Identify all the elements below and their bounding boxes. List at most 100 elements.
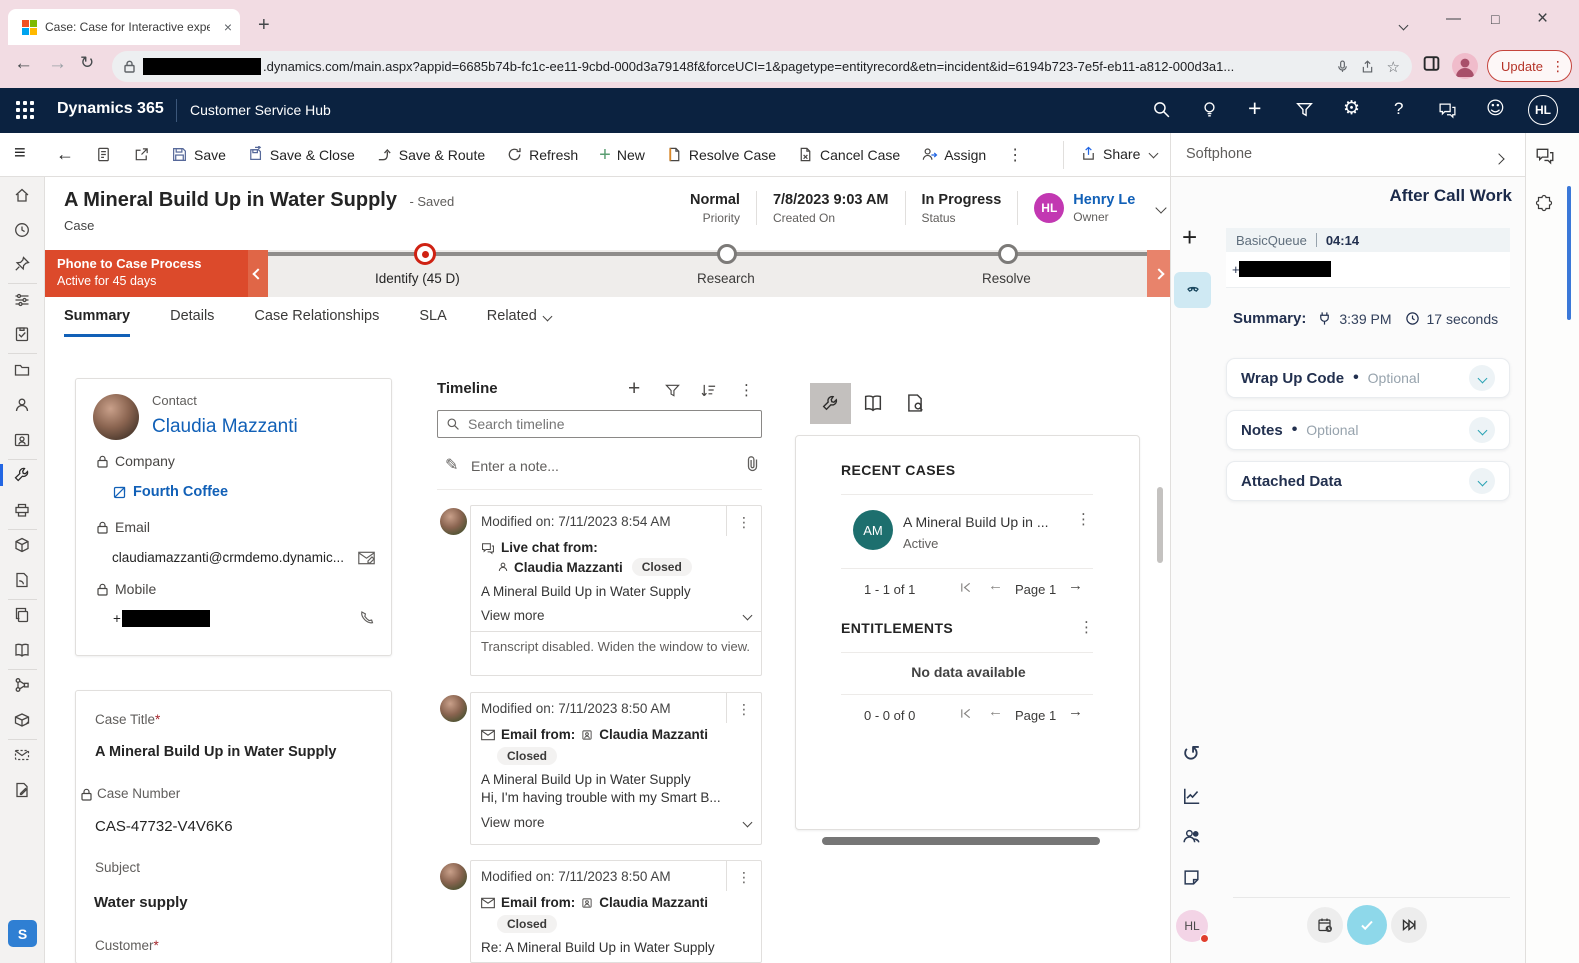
tab-details[interactable]: Details [170,308,214,337]
share-page-icon[interactable] [1360,59,1375,74]
entry-more-icon[interactable]: ⋮ [726,861,761,891]
mail-merge-icon[interactable] [13,746,31,764]
prev-page-icon[interactable]: ← [988,577,1003,594]
collections-icon[interactable] [1422,54,1441,73]
book-icon[interactable] [13,641,31,659]
home-icon[interactable] [13,186,31,204]
bpf-stage-identify-label[interactable]: Identify (45 D) [375,271,460,286]
browser-tab[interactable]: Case: Case for Interactive experie × [8,9,240,45]
tab-related[interactable]: Related [487,308,551,337]
timeline-add-icon[interactable]: + [628,377,640,401]
knowledge-cube-icon[interactable] [13,536,31,554]
entitlements-more-icon[interactable]: ⋮ [1079,618,1094,636]
refresh-button[interactable]: Refresh [506,146,578,163]
horizontal-scrollbar[interactable] [822,837,1100,845]
timeline-entry-email-1[interactable]: Modified on: 7/11/2023 8:50 AM ⋮ Email f… [470,692,762,845]
timeline-filter-icon[interactable] [664,382,681,399]
window-close-icon[interactable]: × [1537,8,1548,30]
filter-icon[interactable] [1295,100,1314,119]
save-button[interactable]: Save [171,146,226,163]
assign-button[interactable]: Assign [921,146,986,163]
command-overflow-icon[interactable]: ⋮ [1007,145,1023,165]
sitemap-toggle-icon[interactable]: ≡ [14,142,26,165]
first-page-icon[interactable] [959,707,972,720]
browser-forward-icon[interactable]: → [48,53,67,75]
timeline-entry-email-2[interactable]: Modified on: 7/11/2023 8:50 AM ⋮ Email f… [470,860,762,963]
recent-clock-icon[interactable] [13,221,31,239]
url-field[interactable]: .dynamics.com/main.aspx?appid=6685b74b-f… [112,51,1412,82]
bpf-stage-resolve-marker[interactable] [998,244,1018,264]
analytics-chart-icon[interactable] [1182,786,1202,806]
settings-gear-icon[interactable]: ⚙ [1343,97,1360,119]
bpf-stage-identify-marker[interactable] [414,243,436,265]
browser-update-button[interactable]: Update ⋮ [1487,50,1572,82]
tab-close-icon[interactable]: × [224,19,232,35]
company-link[interactable]: Fourth Coffee [133,484,228,500]
window-maximize-icon[interactable]: □ [1491,11,1499,27]
timeline-search-box[interactable] [437,410,762,438]
save-close-button[interactable]: Save & Close [247,146,355,163]
chevron-down-icon[interactable] [1469,417,1495,443]
first-page-icon[interactable] [959,581,972,594]
chevron-down-icon[interactable] [1469,365,1495,391]
owner-field[interactable]: HL Henry Le Owner [1034,192,1135,224]
dashboards-icon[interactable] [13,291,31,309]
tab-sla[interactable]: SLA [419,308,446,337]
doc-edit-icon[interactable] [13,781,31,799]
next-page-icon[interactable]: → [1068,703,1083,720]
header-user-avatar[interactable]: HL [1528,95,1558,125]
call-phone-icon[interactable] [359,610,375,626]
softphone-collapse-icon[interactable] [1495,150,1503,168]
notes-pad-icon[interactable] [1182,868,1201,887]
cases-wrench-icon[interactable] [13,466,31,484]
tab-case-relationships[interactable]: Case Relationships [254,308,379,337]
browser-refresh-icon[interactable]: ↻ [80,53,94,73]
teams-chat-icon[interactable] [1535,146,1555,166]
new-button[interactable]: + New [599,147,645,163]
pane-scrollbar[interactable] [1567,186,1571,320]
back-icon[interactable]: ← [56,144,74,165]
article-search-icon[interactable] [13,571,31,589]
timeline-entry-chat[interactable]: Modified on: 7/11/2023 8:54 AM ⋮ Live ch… [470,505,762,676]
view-more-link[interactable]: View more [481,608,545,623]
window-minimize-icon[interactable]: — [1446,10,1461,27]
subject-value[interactable]: Water supply [94,894,188,911]
timeline-sort-icon[interactable] [700,382,717,399]
bpf-stage-research-marker[interactable] [717,244,737,264]
wrap-up-code-section[interactable]: Wrap Up Code • Optional [1226,358,1510,398]
tool-tab-article-search-icon[interactable] [904,392,926,414]
sitemap-s-button[interactable]: S [8,920,37,947]
cancel-case-button[interactable]: Cancel Case [797,146,900,163]
skip-button[interactable] [1391,907,1427,943]
prev-page-icon[interactable]: ← [988,703,1003,720]
bpf-next-chevron[interactable] [1147,250,1170,297]
tool-tab-wrench[interactable] [810,383,851,424]
email-value[interactable]: claudiamazzanti@crmdemo.dynamic... [112,550,344,565]
mic-icon[interactable] [1335,59,1350,74]
popout-icon[interactable] [133,146,150,163]
recent-case-title[interactable]: A Mineral Build Up in ... [903,514,1049,530]
notes-section[interactable]: Notes • Optional [1226,410,1510,450]
activities-icon[interactable] [13,325,31,343]
timeline-search-input[interactable] [468,416,738,432]
case-title-value[interactable]: A Mineral Build Up in Water Supply [95,744,336,760]
pinned-icon[interactable] [13,255,31,273]
chevron-down-icon[interactable] [1469,468,1495,494]
schedule-followup-button[interactable] [1307,907,1343,943]
attached-data-section[interactable]: Attached Data [1226,461,1510,501]
call-history-icon[interactable]: ↺ [1182,742,1200,767]
form-list-icon[interactable] [95,146,112,163]
customers-icon[interactable] [1181,826,1202,847]
complete-acw-button[interactable] [1347,905,1387,945]
resolve-case-button[interactable]: Resolve Case [666,146,776,163]
browser-menu-icon[interactable]: ⋮ [1551,58,1565,75]
flow-branch-icon[interactable] [13,676,31,694]
share-button[interactable]: Share [1080,145,1157,162]
view-more-link[interactable]: View more [481,815,545,830]
contacts-icon[interactable] [13,396,31,414]
main-scrollbar[interactable] [1157,487,1163,563]
smiley-icon[interactable]: ☺ [1486,98,1505,119]
puzzle-icon[interactable] [1534,194,1554,214]
new-tab-button[interactable]: + [258,15,270,35]
waffle-icon[interactable] [16,101,34,119]
